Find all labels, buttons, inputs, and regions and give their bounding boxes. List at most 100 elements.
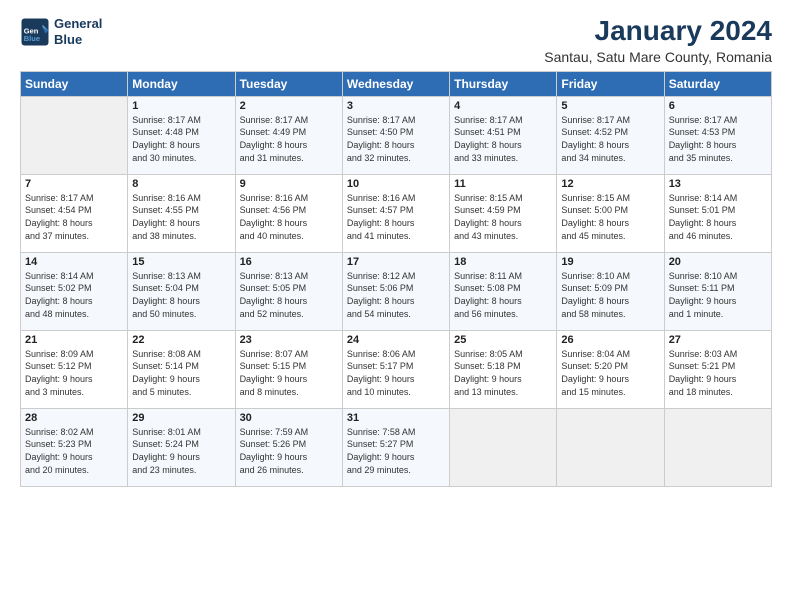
day-number: 19	[561, 256, 659, 268]
cell-content: Sunrise: 8:17 AM Sunset: 4:53 PM Dayligh…	[669, 114, 767, 164]
cell-content: Sunrise: 8:04 AM Sunset: 5:20 PM Dayligh…	[561, 348, 659, 398]
cell-content: Sunrise: 8:12 AM Sunset: 5:06 PM Dayligh…	[347, 270, 445, 320]
cell-content: Sunrise: 8:02 AM Sunset: 5:23 PM Dayligh…	[25, 426, 123, 476]
day-number: 1	[132, 100, 230, 112]
day-number: 10	[347, 178, 445, 190]
cell-content: Sunrise: 8:16 AM Sunset: 4:56 PM Dayligh…	[240, 192, 338, 242]
calendar-cell	[21, 96, 128, 174]
cell-content: Sunrise: 8:14 AM Sunset: 5:02 PM Dayligh…	[25, 270, 123, 320]
calendar-cell: 29Sunrise: 8:01 AM Sunset: 5:24 PM Dayli…	[128, 408, 235, 486]
svg-text:Blue: Blue	[24, 34, 40, 43]
week-row-4: 21 Sunrise: 8:09 AM Sunset: 5:12 PM Dayli…	[21, 330, 772, 408]
cell-content: Sunrise: 7:58 AM Sunset: 5:27 PM Dayligh…	[347, 426, 445, 476]
day-number: 15	[132, 256, 230, 268]
logo-text: General Blue	[54, 16, 102, 47]
calendar-cell: 3Sunrise: 8:17 AM Sunset: 4:50 PM Daylig…	[342, 96, 449, 174]
cell-content: Sunrise: 8:03 AM Sunset: 5:21 PM Dayligh…	[669, 348, 767, 398]
calendar-cell: 21 Sunrise: 8:09 AM Sunset: 5:12 PM Dayli…	[21, 330, 128, 408]
calendar-cell: 9 Sunrise: 8:16 AM Sunset: 4:56 PM Daylig…	[235, 174, 342, 252]
day-header-saturday: Saturday	[664, 71, 771, 96]
cell-content: Sunrise: 8:15 AM Sunset: 4:59 PM Dayligh…	[454, 192, 552, 242]
cell-content: Sunrise: 8:15 AM Sunset: 5:00 PM Dayligh…	[561, 192, 659, 242]
day-number: 30	[240, 412, 338, 424]
calendar-cell: 13 Sunrise: 8:14 AM Sunset: 5:01 PM Dayli…	[664, 174, 771, 252]
day-number: 3	[347, 100, 445, 112]
header-row-days: SundayMondayTuesdayWednesdayThursdayFrid…	[21, 71, 772, 96]
day-number: 17	[347, 256, 445, 268]
day-number: 6	[669, 100, 767, 112]
calendar-cell	[557, 408, 664, 486]
day-number: 2	[240, 100, 338, 112]
day-number: 16	[240, 256, 338, 268]
week-row-3: 14 Sunrise: 8:14 AM Sunset: 5:02 PM Dayli…	[21, 252, 772, 330]
cell-content: Sunrise: 8:14 AM Sunset: 5:01 PM Dayligh…	[669, 192, 767, 242]
day-number: 20	[669, 256, 767, 268]
week-row-1: 1 Sunrise: 8:17 AM Sunset: 4:48 PM Daylig…	[21, 96, 772, 174]
calendar-cell: 14 Sunrise: 8:14 AM Sunset: 5:02 PM Dayli…	[21, 252, 128, 330]
day-number: 12	[561, 178, 659, 190]
day-header-thursday: Thursday	[450, 71, 557, 96]
day-header-monday: Monday	[128, 71, 235, 96]
day-header-wednesday: Wednesday	[342, 71, 449, 96]
cell-content: Sunrise: 8:09 AM Sunset: 5:12 PM Dayligh…	[25, 348, 123, 398]
day-header-tuesday: Tuesday	[235, 71, 342, 96]
calendar-cell: 11Sunrise: 8:15 AM Sunset: 4:59 PM Dayli…	[450, 174, 557, 252]
cell-content: Sunrise: 8:11 AM Sunset: 5:08 PM Dayligh…	[454, 270, 552, 320]
day-number: 18	[454, 256, 552, 268]
day-number: 8	[132, 178, 230, 190]
cell-content: Sunrise: 8:16 AM Sunset: 4:55 PM Dayligh…	[132, 192, 230, 242]
calendar-cell: 4Sunrise: 8:17 AM Sunset: 4:51 PM Daylig…	[450, 96, 557, 174]
subtitle: Santau, Satu Mare County, Romania	[544, 49, 772, 65]
cell-content: Sunrise: 8:13 AM Sunset: 5:05 PM Dayligh…	[240, 270, 338, 320]
calendar-cell: 22Sunrise: 8:08 AM Sunset: 5:14 PM Dayli…	[128, 330, 235, 408]
calendar-cell: 20 Sunrise: 8:10 AM Sunset: 5:11 PM Dayli…	[664, 252, 771, 330]
cell-content: Sunrise: 8:10 AM Sunset: 5:09 PM Dayligh…	[561, 270, 659, 320]
day-header-sunday: Sunday	[21, 71, 128, 96]
cell-content: Sunrise: 8:17 AM Sunset: 4:51 PM Dayligh…	[454, 114, 552, 164]
calendar-cell: 23Sunrise: 8:07 AM Sunset: 5:15 PM Dayli…	[235, 330, 342, 408]
week-row-2: 7 Sunrise: 8:17 AM Sunset: 4:54 PM Daylig…	[21, 174, 772, 252]
day-number: 9	[240, 178, 338, 190]
calendar-cell: 8 Sunrise: 8:16 AM Sunset: 4:55 PM Daylig…	[128, 174, 235, 252]
day-number: 7	[25, 178, 123, 190]
calendar-cell: 27 Sunrise: 8:03 AM Sunset: 5:21 PM Dayli…	[664, 330, 771, 408]
cell-content: Sunrise: 8:17 AM Sunset: 4:48 PM Dayligh…	[132, 114, 230, 164]
day-number: 22	[132, 334, 230, 346]
day-number: 28	[25, 412, 123, 424]
main-title: January 2024	[544, 16, 772, 47]
calendar-cell: 7 Sunrise: 8:17 AM Sunset: 4:54 PM Daylig…	[21, 174, 128, 252]
title-block: January 2024 Santau, Satu Mare County, R…	[544, 16, 772, 65]
cell-content: Sunrise: 8:06 AM Sunset: 5:17 PM Dayligh…	[347, 348, 445, 398]
day-header-friday: Friday	[557, 71, 664, 96]
calendar-cell: 15 Sunrise: 8:13 AM Sunset: 5:04 PM Dayli…	[128, 252, 235, 330]
calendar-cell: 30 Sunrise: 7:59 AM Sunset: 5:26 PM Dayli…	[235, 408, 342, 486]
calendar-cell: 18 Sunrise: 8:11 AM Sunset: 5:08 PM Dayli…	[450, 252, 557, 330]
calendar-cell: 16 Sunrise: 8:13 AM Sunset: 5:05 PM Dayli…	[235, 252, 342, 330]
calendar-cell	[450, 408, 557, 486]
calendar-cell: 10 Sunrise: 8:16 AM Sunset: 4:57 PM Dayli…	[342, 174, 449, 252]
calendar-cell: 17 Sunrise: 8:12 AM Sunset: 5:06 PM Dayli…	[342, 252, 449, 330]
calendar-cell: 24 Sunrise: 8:06 AM Sunset: 5:17 PM Dayli…	[342, 330, 449, 408]
cell-content: Sunrise: 8:13 AM Sunset: 5:04 PM Dayligh…	[132, 270, 230, 320]
calendar-cell: 1 Sunrise: 8:17 AM Sunset: 4:48 PM Daylig…	[128, 96, 235, 174]
calendar-table: SundayMondayTuesdayWednesdayThursdayFrid…	[20, 71, 772, 487]
day-number: 21	[25, 334, 123, 346]
cell-content: Sunrise: 8:16 AM Sunset: 4:57 PM Dayligh…	[347, 192, 445, 242]
day-number: 14	[25, 256, 123, 268]
header-row: Gen Blue General Blue January 2024 Santa…	[20, 16, 772, 65]
day-number: 27	[669, 334, 767, 346]
day-number: 13	[669, 178, 767, 190]
day-number: 25	[454, 334, 552, 346]
calendar-cell: 25 Sunrise: 8:05 AM Sunset: 5:18 PM Dayli…	[450, 330, 557, 408]
cell-content: Sunrise: 7:59 AM Sunset: 5:26 PM Dayligh…	[240, 426, 338, 476]
cell-content: Sunrise: 8:05 AM Sunset: 5:18 PM Dayligh…	[454, 348, 552, 398]
calendar-cell: 19 Sunrise: 8:10 AM Sunset: 5:09 PM Dayli…	[557, 252, 664, 330]
calendar-cell: 2Sunrise: 8:17 AM Sunset: 4:49 PM Daylig…	[235, 96, 342, 174]
day-number: 26	[561, 334, 659, 346]
calendar-cell: 26 Sunrise: 8:04 AM Sunset: 5:20 PM Dayli…	[557, 330, 664, 408]
cell-content: Sunrise: 8:17 AM Sunset: 4:54 PM Dayligh…	[25, 192, 123, 242]
calendar-cell: 12 Sunrise: 8:15 AM Sunset: 5:00 PM Dayli…	[557, 174, 664, 252]
calendar-cell: 6 Sunrise: 8:17 AM Sunset: 4:53 PM Daylig…	[664, 96, 771, 174]
day-number: 24	[347, 334, 445, 346]
cell-content: Sunrise: 8:10 AM Sunset: 5:11 PM Dayligh…	[669, 270, 767, 320]
